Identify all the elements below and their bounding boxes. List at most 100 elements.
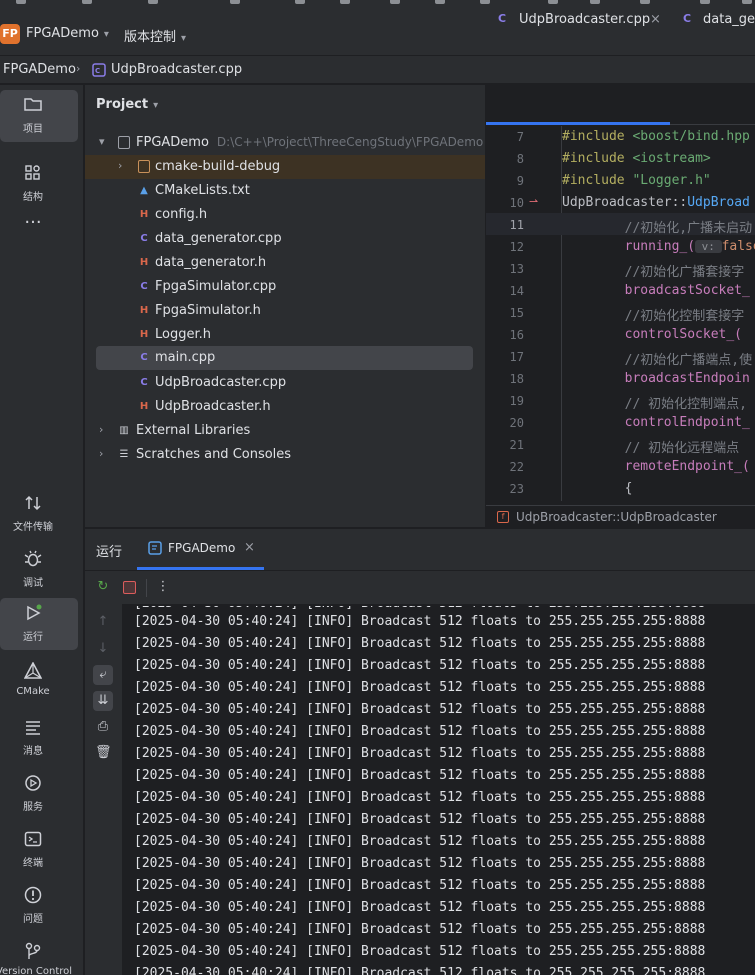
project-panel-header[interactable]: Project ▾: [96, 97, 158, 112]
toolbar-version-control-button[interactable]: Version Control: [0, 936, 84, 975]
tree-item[interactable]: H config.h: [85, 203, 485, 227]
scroll-to-end-icon[interactable]: ⇊: [93, 691, 113, 711]
tree-item[interactable]: C UdpBroadcaster.cpp: [85, 371, 485, 395]
chevron-down-icon: ▾: [153, 100, 159, 111]
toolbar-version-control-label: Version Control: [0, 966, 73, 975]
code-line: // 初始化控制端点,: [562, 393, 747, 412]
code-line: broadcastSocket_: [562, 283, 750, 298]
code-token: UdpBroad: [687, 195, 750, 210]
tree-item-selected[interactable]: C main.cpp: [96, 346, 473, 370]
editor-context[interactable]: UdpBroadcaster::UdpBroadcaster: [516, 510, 717, 524]
code-line: //初始化广播套接字: [562, 261, 745, 280]
code-line: //初始化广播端点,使: [562, 349, 752, 368]
toolbar-services-label: 服务: [23, 802, 43, 813]
tree-item[interactable]: › cmake-build-debug: [85, 155, 485, 179]
run-tab-fpgademo[interactable]: FPGADemo ×: [137, 528, 264, 570]
tree-root[interactable]: ▾ FPGADemo D:\C++\Project\ThreeCengStudy\…: [85, 131, 485, 155]
project-name: FPGADemo: [26, 26, 99, 41]
library-icon: ▥: [119, 425, 129, 436]
terminal-icon: [0, 830, 66, 850]
tab-udpbroadcaster-cpp[interactable]: C UdpBroadcaster.cpp ×: [498, 0, 670, 40]
vcs-menu[interactable]: 版本控制 ▾: [124, 26, 186, 45]
print-icon[interactable]: ⎙: [95, 719, 111, 735]
toolbar-project-button[interactable]: 项目: [0, 90, 78, 142]
problems-icon: [0, 886, 66, 906]
line-number: 18: [509, 372, 524, 386]
console-line: [2025-04-30 05:40:24] [INFO] Broadcast 5…: [134, 834, 706, 849]
console-line: [2025-04-30 05:40:24] [INFO] Broadcast 5…: [134, 900, 706, 915]
partial-toolbar-icon: [480, 0, 490, 4]
partial-toolbar-icon: [340, 0, 350, 4]
tab-label: data_gen: [703, 12, 755, 27]
toolbar-cmake-label: CMake: [16, 686, 50, 697]
toolbar-file-transfer-button[interactable]: 文件传输: [0, 488, 84, 540]
tree-item[interactable]: ▲ CMakeLists.txt: [85, 179, 485, 203]
console-line: [2025-04-30 05:40:24] [INFO] Broadcast 5…: [134, 856, 706, 871]
tree-item[interactable]: H UdpBroadcaster.h: [85, 395, 485, 419]
arrow-up-icon[interactable]: ↑: [95, 614, 111, 630]
tree-item[interactable]: H data_generator.h: [85, 251, 485, 275]
chevron-right-icon: ›: [118, 159, 123, 172]
toolbar-debug-button[interactable]: 调试: [0, 544, 84, 596]
code-line: controlSocket_(: [562, 327, 742, 342]
trash-icon[interactable]: 🗑: [95, 745, 112, 761]
header-file-icon: H: [139, 209, 149, 220]
implementation-marker-icon[interactable]: ⇀: [529, 195, 538, 208]
partial-toolbar-icon: [82, 0, 92, 4]
code-token: // 初始化远程端点: [562, 441, 740, 456]
chevron-down-icon: ▾: [103, 29, 109, 40]
line-number: 12: [509, 240, 524, 254]
chevron-right-icon: ›: [99, 423, 104, 436]
console-line: [2025-04-30 05:40:24] [INFO] Broadcast 5…: [134, 944, 706, 959]
more-vertical-icon[interactable]: ⋮: [155, 579, 171, 595]
code-token: #include: [562, 129, 633, 144]
arrow-down-icon[interactable]: ↓: [95, 641, 111, 657]
rerun-icon[interactable]: ↻: [95, 579, 111, 595]
soft-wrap-icon[interactable]: ⤶: [93, 665, 113, 685]
console-line: [2025-04-30 05:40:24] [INFO] Broadcast 5…: [134, 878, 706, 893]
tab-data-generator[interactable]: C data_gen: [683, 0, 755, 40]
folder-icon: [0, 96, 66, 116]
line-number: 8: [516, 152, 524, 166]
project-switcher[interactable]: FPGADemo ▾: [26, 26, 109, 41]
console-line: [2025-04-30 05:40:24] [INFO] Broadcast 5…: [134, 746, 706, 761]
code-token: // 初始化控制端点,: [562, 397, 747, 412]
code-token: //初始化广播套接字: [562, 265, 745, 280]
project-panel-title: Project: [96, 97, 149, 112]
breadcrumb-file[interactable]: UdpBroadcaster.cpp: [111, 62, 242, 77]
toolbar-problems-button[interactable]: 问题: [0, 880, 84, 932]
tree-scratches[interactable]: › ☰ Scratches and Consoles: [85, 443, 485, 467]
tree-item[interactable]: C data_generator.cpp: [85, 227, 485, 251]
toolbar-more-button[interactable]: ···: [0, 212, 84, 242]
line-number: 14: [509, 284, 524, 298]
tree-item[interactable]: H Logger.h: [85, 323, 485, 347]
toolbar-debug-label: 调试: [23, 578, 43, 589]
tree-item-label: cmake-build-debug: [155, 159, 281, 174]
tab-label: UdpBroadcaster.cpp: [519, 12, 651, 27]
close-icon[interactable]: ×: [650, 12, 661, 27]
svg-text:C: C: [95, 67, 100, 75]
line-number: 16: [509, 328, 524, 342]
toolbar-problems-label: 问题: [23, 914, 43, 925]
toolbar-terminal-button[interactable]: 终端: [0, 824, 84, 876]
toolbar-run-button[interactable]: 运行: [0, 598, 78, 650]
console-line: [2025-04-30 05:40:24] [INFO] Broadcast 5…: [134, 922, 706, 937]
tree-item[interactable]: C FpgaSimulator.cpp: [85, 275, 485, 299]
toolbar-structure-label: 结构: [23, 192, 43, 203]
close-icon[interactable]: ×: [244, 540, 255, 555]
code-token: #include: [562, 173, 633, 188]
tree-root-path: D:\C++\Project\ThreeCengStudy\FPGADemo: [216, 135, 484, 149]
toolbar-structure-button[interactable]: 结构: [0, 158, 84, 210]
run-panel-title: 运行: [96, 545, 123, 560]
tree-item[interactable]: H FpgaSimulator.h: [85, 299, 485, 323]
cpp-file-icon: C: [140, 377, 148, 388]
toolbar-terminal-label: 终端: [23, 858, 43, 869]
toolbar-cmake-button[interactable]: CMake: [0, 656, 84, 708]
toolbar-messages-button[interactable]: 消息: [0, 712, 84, 764]
breadcrumb-project[interactable]: FPGADemo: [3, 62, 76, 77]
code-token: <iostream>: [632, 151, 711, 166]
tree-external-libraries[interactable]: › ▥ External Libraries: [85, 419, 485, 443]
toolbar-services-button[interactable]: 服务: [0, 768, 84, 820]
stop-icon[interactable]: [123, 581, 136, 594]
line-number: 15: [509, 306, 524, 320]
